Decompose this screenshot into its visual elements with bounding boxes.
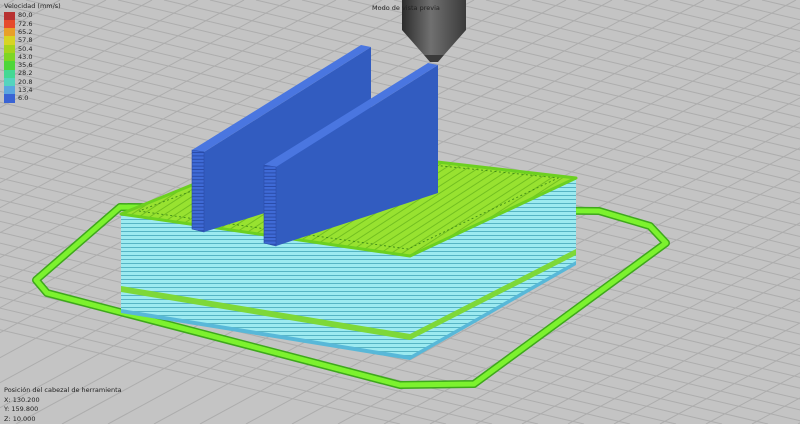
- view-mode-label: Modo de vista previa: [372, 4, 440, 12]
- legend-item: 80.0: [4, 11, 61, 20]
- legend-value: 13.4: [18, 86, 33, 95]
- legend-item: 72.6: [4, 19, 61, 29]
- legend-value: 35.6: [18, 61, 33, 70]
- legend-item: 57.8: [4, 36, 61, 45]
- legend-value: 65.2: [18, 27, 33, 36]
- legend-item: 6.0: [4, 94, 61, 103]
- legend-item: 28.2: [4, 69, 61, 78]
- legend-swatch: [4, 52, 15, 62]
- legend-item: 43.0: [4, 52, 61, 62]
- legend-value: 6.0: [18, 94, 29, 103]
- legend-value: 28.2: [18, 69, 33, 78]
- legend-item: 35.6: [4, 61, 61, 70]
- legend-swatch: [4, 11, 15, 20]
- legend-value: 50.4: [18, 44, 33, 53]
- legend-swatch: [4, 44, 15, 53]
- head-position-y: Y: 159.800: [4, 405, 39, 414]
- legend-swatch: [4, 61, 15, 70]
- legend-value: 80.0: [18, 11, 33, 20]
- legend-item: 65.2: [4, 27, 61, 37]
- print-preview-scene[interactable]: [0, 0, 800, 424]
- legend-value: 43.0: [18, 52, 33, 61]
- speed-legend: Velocidad (mm/s) 80.0 72.6 65.2 57.8 50.4 43.…: [4, 3, 61, 103]
- legend-item: 20.8: [4, 77, 61, 87]
- legend-swatch: [4, 86, 15, 95]
- legend-value: 57.8: [18, 36, 33, 45]
- legend-title: Velocidad (mm/s): [4, 2, 61, 10]
- legend-swatch: [4, 94, 15, 103]
- head-position-z: Z: 10.000: [4, 414, 36, 423]
- legend-value: 72.6: [18, 19, 33, 28]
- head-position-panel: Posición del cabezal de herramienta X: 1…: [4, 386, 122, 424]
- legend-swatch: [4, 69, 15, 78]
- legend-swatch: [4, 28, 15, 37]
- legend-swatch: [4, 77, 15, 87]
- legend-swatch: [4, 36, 15, 45]
- preview-viewport[interactable]: Velocidad (mm/s) 80.0 72.6 65.2 57.8 50.4 43.…: [0, 0, 800, 424]
- head-position-x: X: 130.200: [4, 395, 40, 404]
- legend-item: 50.4: [4, 44, 61, 53]
- legend-swatch: [4, 19, 15, 29]
- legend-rows: 80.0 72.6 65.2 57.8 50.4 43.0 35.6 28.2 20.8 13.4…: [4, 11, 61, 103]
- legend-value: 20.8: [18, 77, 33, 86]
- legend-item: 13.4: [4, 86, 61, 95]
- head-position-title: Posición del cabezal de herramienta: [4, 386, 122, 394]
